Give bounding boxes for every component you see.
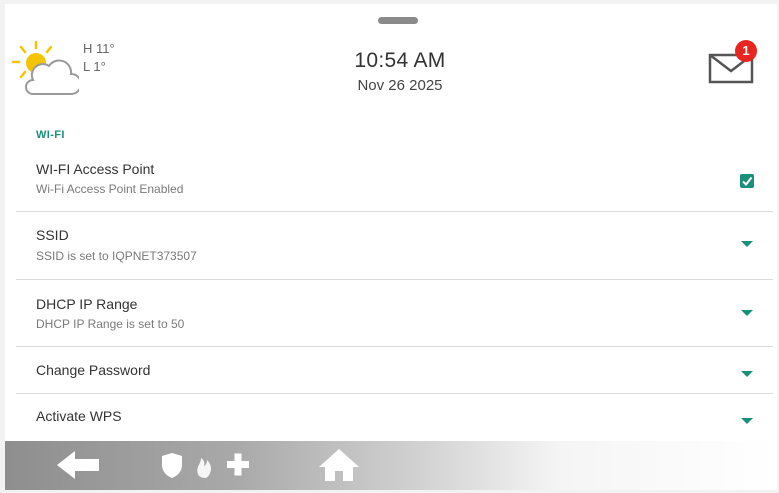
setting-wifi-access-point[interactable]: WI-FI Access Point Wi-Fi Access Point En… xyxy=(16,146,773,212)
setting-dhcp-ip-range[interactable]: DHCP IP Range DHCP IP Range is set to 50 xyxy=(16,280,773,347)
access-point-checkbox[interactable] xyxy=(740,174,754,188)
bottom-navbar xyxy=(5,441,777,490)
dropdown-arrow-icon[interactable] xyxy=(741,241,753,247)
clock: 10:54 AM Nov 26 2025 xyxy=(265,48,535,97)
message-count-badge: 1 xyxy=(735,40,757,62)
home-icon xyxy=(319,449,359,481)
time-display: 10:54 AM xyxy=(354,49,446,72)
screen: H 11° L 1° 10:54 AM Nov 26 2025 1 WI-FI … xyxy=(5,4,777,490)
emergency-button[interactable] xyxy=(160,447,260,483)
emergency-icon xyxy=(162,453,249,478)
section-title-wifi: WI-FI xyxy=(36,129,65,141)
setting-title: SSID xyxy=(36,227,69,243)
date-display: Nov 26 2025 xyxy=(357,77,443,94)
partly-sunny-icon xyxy=(9,38,82,96)
pull-down-handle[interactable] xyxy=(378,17,418,24)
back-arrow-icon xyxy=(57,451,99,479)
setting-activate-wps[interactable]: Activate WPS xyxy=(16,394,773,441)
setting-title: WI-FI Access Point xyxy=(36,161,155,177)
dropdown-arrow-icon[interactable] xyxy=(741,418,753,424)
low-temperature: L 1° xyxy=(83,59,106,74)
setting-title: DHCP IP Range xyxy=(36,296,138,312)
setting-ssid[interactable]: SSID SSID is set to IQPNET373507 xyxy=(16,212,773,280)
dropdown-arrow-icon[interactable] xyxy=(741,310,753,316)
dropdown-arrow-icon[interactable] xyxy=(741,371,753,377)
high-temperature: H 11° xyxy=(83,41,115,56)
setting-subtitle: SSID is set to IQPNET373507 xyxy=(36,249,197,263)
messages-button[interactable]: 1 xyxy=(706,40,758,86)
settings-list: WI-FI Access Point Wi-Fi Access Point En… xyxy=(16,146,773,441)
setting-title: Activate WPS xyxy=(36,408,122,424)
setting-title: Change Password xyxy=(36,362,151,378)
checkmark-icon xyxy=(742,176,753,187)
home-button[interactable] xyxy=(317,447,361,483)
temperature-readout: H 11° L 1° xyxy=(83,40,115,76)
setting-change-password[interactable]: Change Password xyxy=(16,347,773,394)
back-button[interactable] xyxy=(55,447,103,483)
setting-subtitle: Wi-Fi Access Point Enabled xyxy=(36,182,184,196)
setting-subtitle: DHCP IP Range is set to 50 xyxy=(36,317,185,331)
